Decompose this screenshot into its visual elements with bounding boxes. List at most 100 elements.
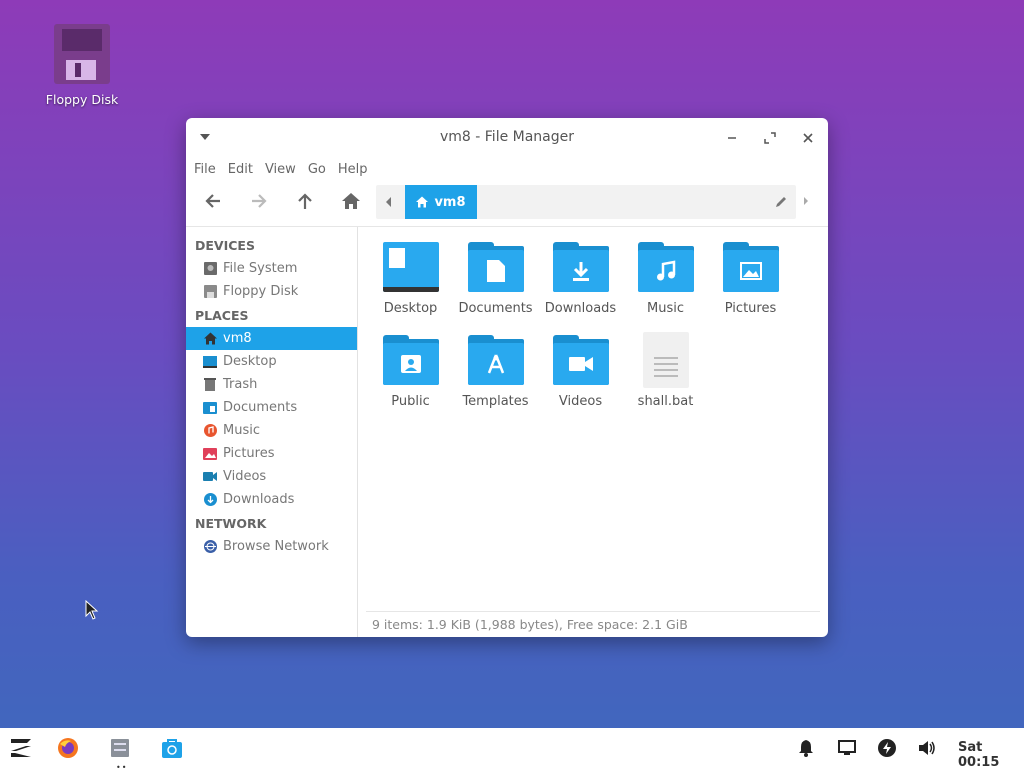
sidebar-item-label: Floppy Disk bbox=[223, 284, 299, 299]
floppy-disk-icon bbox=[203, 285, 217, 299]
menu-view[interactable]: View bbox=[265, 162, 304, 177]
sidebar-item-music[interactable]: Music bbox=[186, 419, 357, 442]
file-label: Public bbox=[391, 394, 430, 409]
file-label: Videos bbox=[558, 394, 603, 409]
files-button[interactable] bbox=[108, 736, 132, 760]
path-scroll-left-icon[interactable] bbox=[386, 197, 391, 207]
menu-edit[interactable]: Edit bbox=[228, 162, 261, 177]
video-camera-icon bbox=[203, 470, 217, 484]
home-icon bbox=[342, 193, 360, 209]
sidebar-item-floppy-disk[interactable]: Floppy Disk bbox=[186, 280, 357, 303]
sidebar-item-label: Desktop bbox=[223, 354, 277, 369]
file-label: Templates bbox=[462, 394, 529, 409]
arrow-left-icon bbox=[205, 194, 220, 208]
sidebar-item-browse-network[interactable]: Browse Network bbox=[186, 535, 357, 558]
sidebar-header-devices: DEVICES bbox=[195, 237, 255, 253]
maximize-button[interactable] bbox=[759, 127, 781, 149]
sidebar-item-label: Trash bbox=[223, 377, 258, 392]
home-icon bbox=[416, 196, 429, 208]
mouse-pointer-icon bbox=[85, 599, 99, 624]
maximize-icon bbox=[764, 132, 776, 144]
download-icon bbox=[203, 493, 217, 507]
path-crumb-home[interactable]: vm8 bbox=[405, 185, 477, 219]
file-item-videos[interactable]: Videos bbox=[538, 330, 623, 423]
path-crumb-label: vm8 bbox=[434, 194, 466, 210]
menu-help[interactable]: Help bbox=[338, 162, 376, 177]
desktop-icon-floppy-disk[interactable]: Floppy Disk bbox=[40, 24, 124, 107]
notifications-button[interactable] bbox=[796, 738, 816, 758]
pictures-folder-icon bbox=[722, 242, 779, 292]
minimize-button[interactable] bbox=[721, 127, 743, 149]
pencil-icon bbox=[776, 197, 786, 207]
sidebar-item-label: Pictures bbox=[223, 446, 275, 461]
minimize-icon bbox=[728, 137, 736, 139]
sidebar-item-documents[interactable]: Documents bbox=[186, 396, 357, 419]
running-indicator: •• bbox=[116, 763, 128, 768]
sidebar-item-desktop[interactable]: Desktop bbox=[186, 350, 357, 373]
clock[interactable]: Sat 00:15 bbox=[958, 740, 1024, 768]
close-button[interactable] bbox=[797, 127, 819, 149]
sidebar-item-vm8[interactable]: vm8 bbox=[186, 327, 357, 350]
sidebar: DEVICES File System Floppy Disk PLACES v… bbox=[186, 227, 358, 637]
sidebar-item-label: vm8 bbox=[223, 331, 252, 346]
shopping-bag-icon bbox=[162, 739, 182, 758]
path-bar: vm8 bbox=[376, 185, 796, 219]
sidebar-item-trash[interactable]: Trash bbox=[186, 373, 357, 396]
back-button[interactable] bbox=[200, 188, 226, 214]
sidebar-item-videos[interactable]: Videos bbox=[186, 465, 357, 488]
documents-folder-icon bbox=[467, 242, 524, 292]
menu-go[interactable]: Go bbox=[308, 162, 334, 177]
desktop-icon-label: Floppy Disk bbox=[45, 92, 119, 107]
lightning-bolt-icon bbox=[878, 739, 896, 757]
menu-file[interactable]: File bbox=[194, 162, 224, 177]
file-item-public[interactable]: Public bbox=[368, 330, 453, 423]
file-item-shall-bat[interactable]: shall.bat bbox=[623, 330, 708, 423]
power-button[interactable] bbox=[877, 738, 897, 758]
path-scroll-right-icon[interactable] bbox=[804, 197, 808, 205]
file-label: shall.bat bbox=[637, 394, 694, 409]
globe-icon bbox=[203, 540, 217, 554]
file-item-pictures[interactable]: Pictures bbox=[708, 237, 793, 330]
videos-folder-icon bbox=[552, 335, 609, 385]
software-store-button[interactable] bbox=[160, 736, 184, 760]
desktop-folder-icon bbox=[382, 242, 439, 292]
sidebar-header-places: PLACES bbox=[195, 307, 249, 323]
up-button[interactable] bbox=[292, 188, 318, 214]
file-view: Desktop Documents Downloads Music Pictur… bbox=[358, 227, 828, 637]
file-item-music[interactable]: Music bbox=[623, 237, 708, 330]
status-bar: 9 items: 1.9 KiB (1,988 bytes), Free spa… bbox=[366, 611, 820, 637]
home-button[interactable] bbox=[338, 188, 364, 214]
sidebar-item-downloads[interactable]: Downloads bbox=[186, 488, 357, 511]
display-button[interactable] bbox=[837, 738, 857, 758]
sidebar-item-file-system[interactable]: File System bbox=[186, 257, 357, 280]
file-label: Desktop bbox=[383, 301, 438, 316]
file-item-documents[interactable]: Documents bbox=[453, 237, 538, 330]
sidebar-item-label: Downloads bbox=[223, 492, 295, 507]
file-cabinet-icon bbox=[111, 739, 129, 757]
volume-button[interactable] bbox=[917, 738, 937, 758]
firefox-button[interactable] bbox=[56, 736, 80, 760]
pictures-icon bbox=[203, 447, 217, 461]
forward-button[interactable] bbox=[246, 188, 272, 214]
zorin-logo-icon bbox=[11, 739, 31, 757]
title-bar: vm8 - File Manager bbox=[186, 118, 828, 156]
file-item-desktop[interactable]: Desktop bbox=[368, 237, 453, 330]
sidebar-item-label: Browse Network bbox=[223, 539, 329, 554]
taskbar: •• Sat 00:15 bbox=[0, 728, 1024, 768]
sidebar-header-network: NETWORK bbox=[195, 515, 267, 531]
file-item-downloads[interactable]: Downloads bbox=[538, 237, 623, 330]
hard-drive-icon bbox=[203, 262, 217, 276]
firefox-icon bbox=[58, 738, 78, 758]
sidebar-item-label: Documents bbox=[223, 400, 298, 415]
public-folder-icon bbox=[382, 335, 439, 385]
bell-icon bbox=[799, 740, 813, 757]
sidebar-item-pictures[interactable]: Pictures bbox=[186, 442, 357, 465]
sidebar-item-label: Videos bbox=[223, 469, 267, 484]
app-menu-button[interactable] bbox=[8, 736, 32, 760]
file-item-templates[interactable]: Templates bbox=[453, 330, 538, 423]
documents-folder-icon bbox=[203, 401, 217, 415]
file-label: Downloads bbox=[544, 301, 617, 316]
file-label: Documents bbox=[458, 301, 533, 316]
edit-location-button[interactable] bbox=[774, 194, 788, 213]
music-folder-icon bbox=[637, 242, 694, 292]
